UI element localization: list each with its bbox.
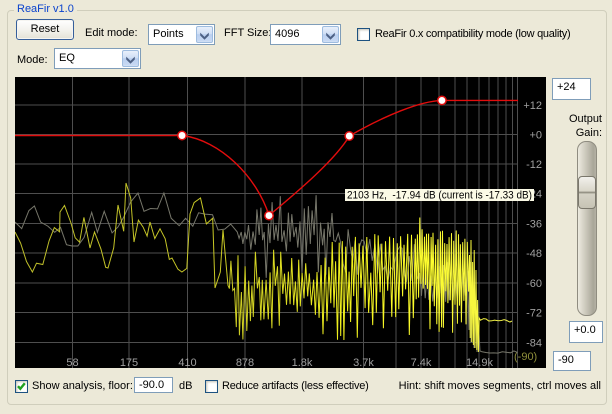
svg-text:-60: -60: [526, 278, 542, 290]
svg-text:(-90): (-90): [514, 351, 537, 363]
svg-text:3.7k: 3.7k: [353, 357, 374, 368]
svg-text:-48: -48: [526, 248, 542, 260]
svg-text:-12: -12: [526, 159, 542, 171]
svg-text:+0: +0: [529, 130, 542, 142]
svg-text:2103 Hz, -17.94 dB (current i: 2103 Hz, -17.94 dB (current is -17.33 dB…: [347, 190, 532, 202]
svg-text:-84: -84: [526, 338, 542, 350]
svg-text:-72: -72: [526, 308, 542, 320]
svg-text:14.9k: 14.9k: [466, 357, 493, 368]
svg-text:410: 410: [178, 357, 196, 368]
svg-text:-36: -36: [526, 219, 542, 231]
svg-text:58: 58: [66, 357, 78, 368]
svg-text:1.8k: 1.8k: [292, 357, 313, 368]
svg-text:+12: +12: [523, 100, 542, 112]
svg-text:878: 878: [236, 357, 254, 368]
svg-text:7.4k: 7.4k: [411, 357, 432, 368]
svg-text:175: 175: [120, 357, 138, 368]
